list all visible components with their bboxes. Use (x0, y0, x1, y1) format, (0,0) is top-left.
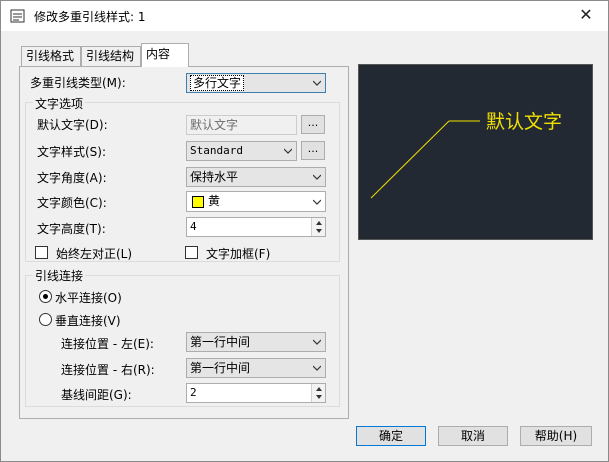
cancel-button[interactable]: 取消 (438, 426, 508, 446)
chevron-down-icon (313, 80, 321, 86)
chevron-down-icon (313, 339, 321, 345)
window-title: 修改多重引线样式: 1 (34, 10, 146, 24)
horizontal-attachment-radio[interactable] (39, 290, 52, 303)
default-text-field: 默认文字 (186, 115, 297, 135)
vertical-attachment-radio[interactable] (39, 313, 52, 326)
landing-gap-field[interactable]: 2 (186, 383, 326, 403)
modify-multileader-style-dialog: 修改多重引线样式: 1 ✕ 引线格式 引线结构 内容 多重引线类型(M): 多行… (0, 0, 609, 462)
title-bar: 修改多重引线样式: 1 ✕ (1, 1, 608, 31)
preview-text: 默认文字 (486, 111, 563, 133)
spin-arrows-icon (316, 221, 322, 233)
ok-button[interactable]: 确定 (356, 426, 426, 446)
text-height-label: 文字高度(T): (37, 222, 106, 236)
text-height-spinner[interactable] (311, 218, 325, 236)
text-angle-select[interactable]: 保持水平 (186, 167, 326, 187)
text-color-label: 文字颜色(C): (37, 196, 107, 210)
text-angle-label: 文字角度(A): (37, 171, 107, 185)
horizontal-attachment-label: 水平连接(O) (55, 291, 122, 305)
chevron-down-icon (313, 365, 321, 371)
app-icon (10, 9, 25, 23)
leader-type-label: 多重引线类型(M): (30, 76, 126, 90)
attach-left-label: 连接位置 - 左(E): (61, 337, 154, 351)
text-height-field[interactable]: 4 (186, 217, 326, 237)
tab-content[interactable]: 内容 (141, 43, 189, 67)
vertical-attachment-label: 垂直连接(V) (55, 314, 121, 328)
default-text-browse-button[interactable]: ... (301, 115, 325, 134)
always-left-justify-checkbox[interactable] (35, 246, 48, 259)
tab-leader-format[interactable]: 引线格式 (21, 46, 81, 66)
text-angle-value: 保持水平 (190, 170, 239, 184)
text-options-title: 文字选项 (33, 95, 86, 112)
text-style-browse-button[interactable]: ... (301, 141, 325, 160)
text-color-value: 黄 (208, 194, 221, 208)
landing-gap-value: 2 (190, 386, 197, 399)
leader-line (370, 120, 450, 199)
spin-arrows-icon (316, 387, 322, 399)
attach-right-select[interactable]: 第一行中间 (186, 358, 326, 378)
text-style-value: Standard (190, 144, 243, 157)
attach-right-label: 连接位置 - 右(R): (61, 363, 155, 377)
attach-right-value: 第一行中间 (190, 361, 251, 375)
text-color-select[interactable]: 黄 (186, 191, 326, 212)
frame-text-label: 文字加框(F) (206, 247, 271, 261)
text-style-select[interactable]: Standard (186, 141, 297, 161)
leader-type-value: 多行文字 (190, 75, 245, 91)
text-height-value: 4 (190, 220, 197, 233)
yellow-swatch (192, 195, 204, 208)
always-left-justify-label: 始终左对正(L) (56, 247, 133, 261)
attach-left-value: 第一行中间 (190, 335, 251, 349)
chevron-down-icon (313, 199, 321, 205)
tab-leader-structure[interactable]: 引线结构 (81, 46, 141, 66)
default-text-label: 默认文字(D): (37, 118, 108, 132)
leader-connection-title: 引线连接 (33, 267, 86, 284)
frame-text-checkbox[interactable] (185, 246, 198, 259)
close-icon[interactable]: ✕ (575, 4, 597, 26)
help-button[interactable]: 帮助(H) (520, 426, 592, 446)
leader-type-select[interactable]: 多行文字 (186, 73, 326, 93)
landing-gap-spinner[interactable] (311, 384, 325, 402)
chevron-down-icon (284, 148, 292, 154)
attach-left-select[interactable]: 第一行中间 (186, 332, 326, 352)
landing-gap-label: 基线间距(G): (61, 388, 132, 402)
text-style-label: 文字样式(S): (37, 145, 107, 159)
chevron-down-icon (313, 174, 321, 180)
leader-preview-drawing (370, 120, 480, 199)
radio-selected-dot (43, 294, 48, 299)
style-preview: 默认文字 (358, 64, 593, 240)
